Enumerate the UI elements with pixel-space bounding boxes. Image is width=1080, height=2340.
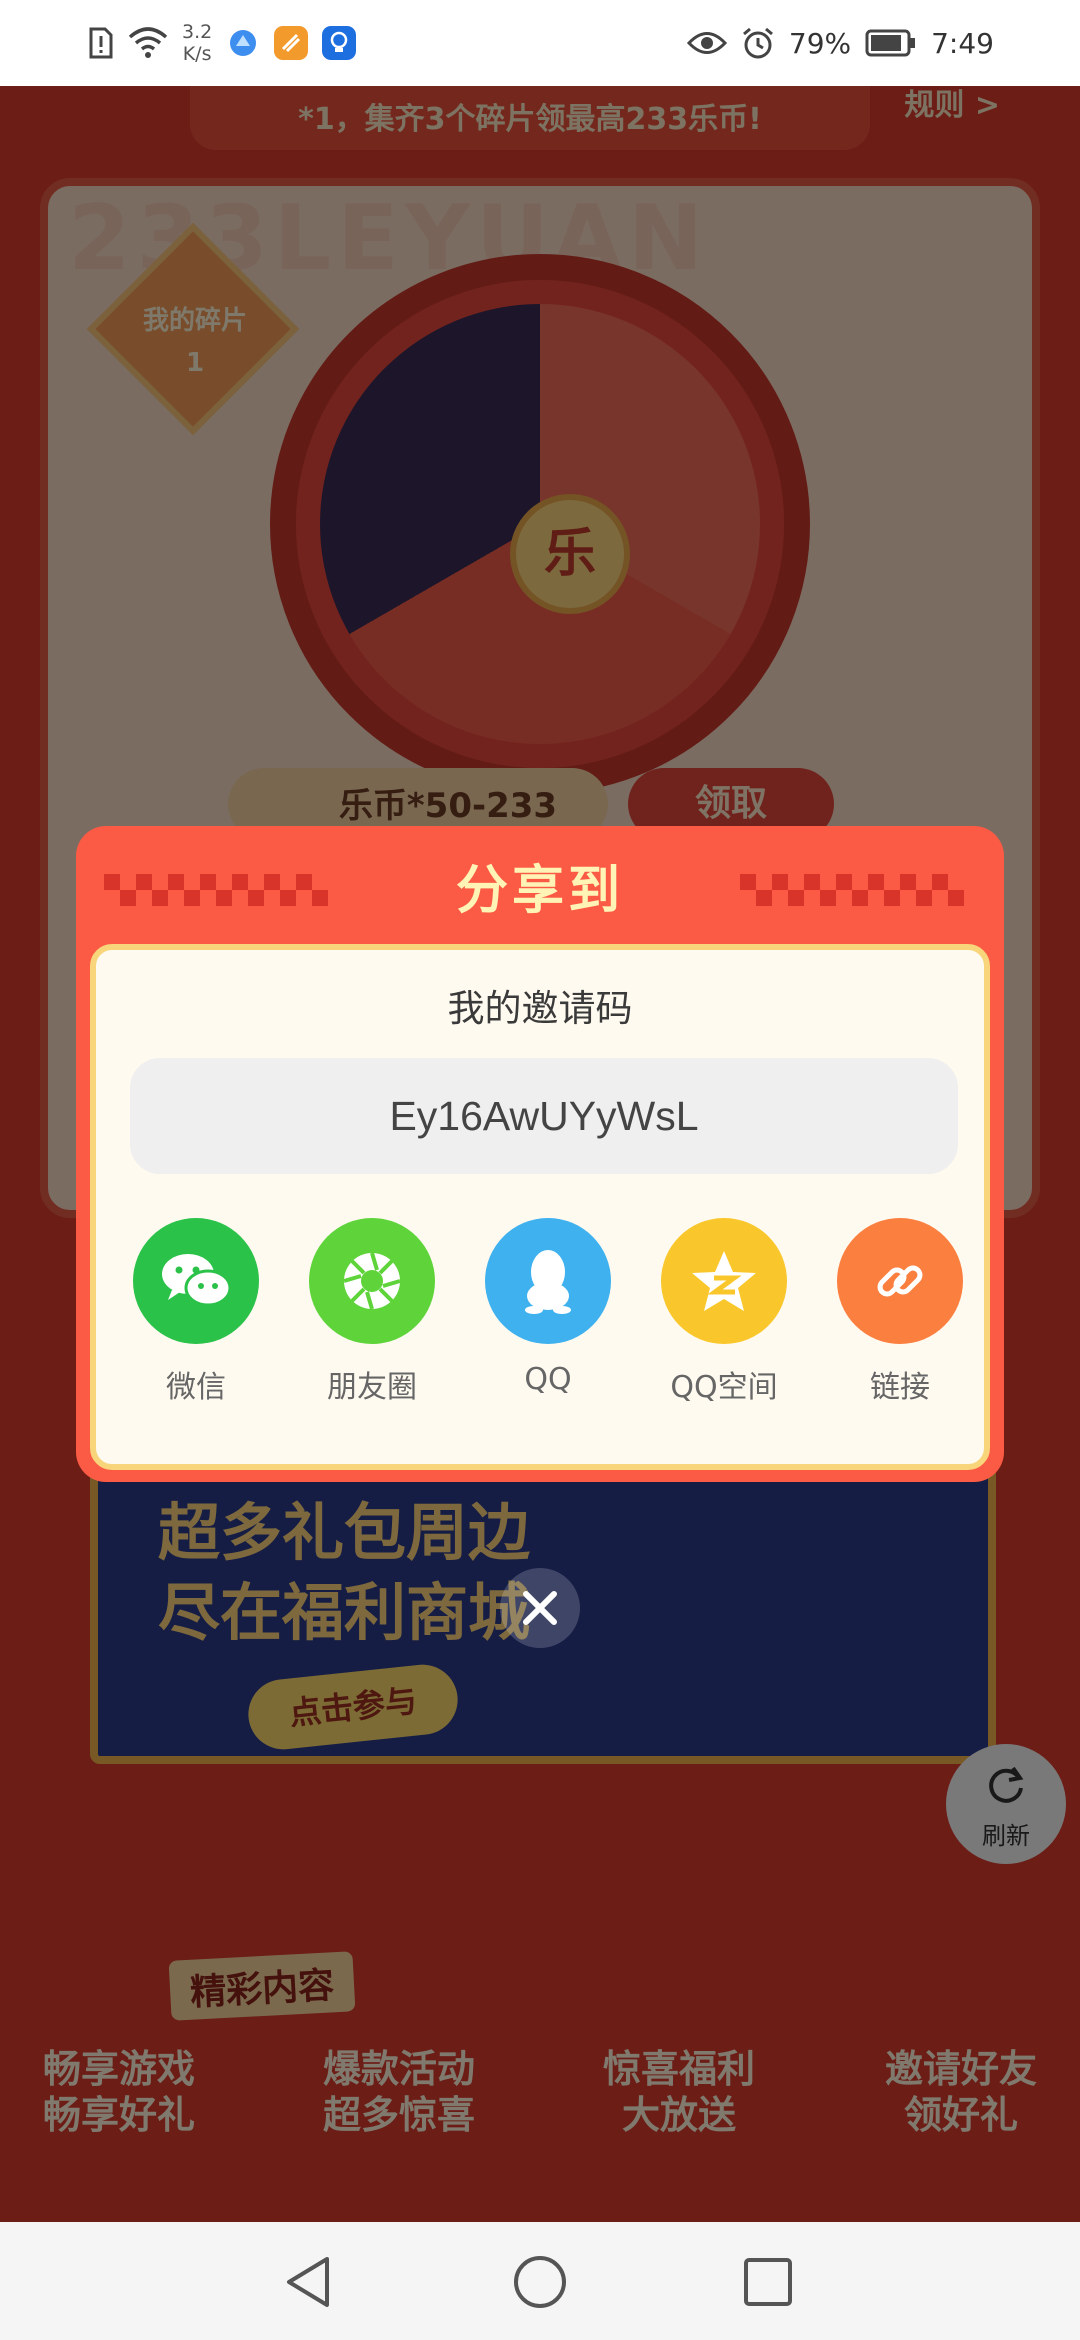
status-bar: 3.2 K/s 79% 7:49 (0, 0, 1080, 86)
qq-icon (485, 1218, 611, 1344)
lightbulb-icon (322, 26, 357, 60)
battery-icon (865, 29, 917, 57)
share-modal-body: 我的邀请码 Ey16AwUYyWsL 微信 朋友圈 QQ QQ空间 链接 (90, 944, 990, 1470)
status-bar-left: 3.2 K/s (88, 14, 357, 72)
qzone-icon (661, 1218, 787, 1344)
clock: 7:49 (931, 26, 994, 60)
alarm-icon (741, 26, 775, 60)
close-icon (523, 1591, 557, 1625)
app-notification-icon (274, 26, 309, 60)
share-wechat-label: 微信 (166, 1370, 226, 1405)
nav-home-button[interactable] (510, 2252, 570, 2312)
nav-recents-button[interactable] (738, 2252, 798, 2312)
eye-icon (686, 30, 727, 56)
share-moments-button[interactable]: 朋友圈 (292, 1218, 452, 1406)
back-triangle-icon (287, 2257, 329, 2307)
battery-percent: 79% (788, 26, 852, 60)
share-moments-label: 朋友圈 (327, 1370, 417, 1405)
recents-square-icon (744, 2258, 792, 2306)
share-qzone-button[interactable]: QQ空间 (644, 1218, 804, 1406)
share-modal: 分享到 我的邀请码 Ey16AwUYyWsL 微信 朋友圈 QQ QQ空间 链接 (76, 826, 1004, 1482)
home-circle-icon (514, 2256, 566, 2308)
moments-icon (309, 1218, 435, 1344)
invite-code-label: 我的邀请码 (447, 987, 633, 1030)
share-qzone-label: QQ空间 (670, 1370, 778, 1405)
link-icon (837, 1218, 963, 1344)
wifi-icon (128, 27, 168, 59)
wechat-icon (133, 1218, 259, 1344)
share-qq-button[interactable]: QQ (468, 1218, 628, 1397)
close-modal-button[interactable] (500, 1568, 580, 1648)
app-notification-icon (226, 26, 261, 60)
share-modal-title: 分享到 (455, 861, 624, 921)
network-speed: 3.2 K/s (182, 21, 212, 65)
copy-link-label: 链接 (870, 1370, 930, 1405)
network-speed-unit: K/s (182, 43, 212, 65)
network-speed-value: 3.2 (182, 21, 213, 43)
share-targets: 微信 朋友圈 QQ QQ空间 链接 (96, 1218, 984, 1418)
invite-code-box[interactable]: Ey16AwUYyWsL (130, 1058, 958, 1174)
system-navigation-bar (0, 2222, 1080, 2340)
share-wechat-button[interactable]: 微信 (116, 1218, 276, 1406)
status-bar-right: 79% 7:49 (686, 14, 994, 72)
sim-alert-icon (88, 27, 114, 59)
copy-link-button[interactable]: 链接 (820, 1218, 980, 1406)
nav-back-button[interactable] (278, 2252, 338, 2312)
share-qq-label: QQ (524, 1362, 572, 1397)
